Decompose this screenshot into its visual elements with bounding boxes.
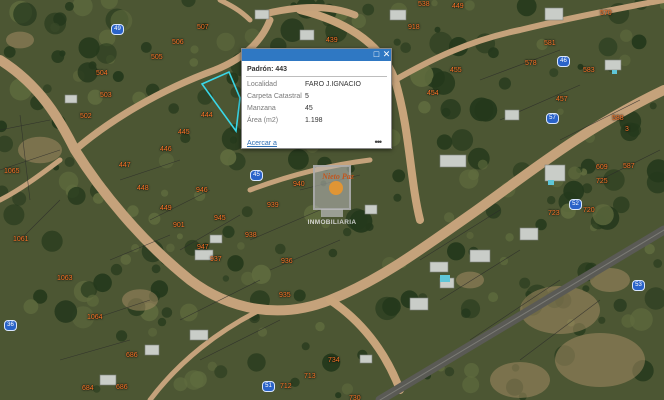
parcel-number-label: 734 [328,357,340,364]
parcel-number-label: 946 [196,187,208,194]
parcel-number-label: 686 [116,384,128,391]
parcel-number-label: 454 [427,90,439,97]
parcel-number-label: 1064 [87,314,103,321]
parcel-number-label: 945 [214,215,226,222]
parcel-number-label: 502 [80,113,92,120]
parcel-number-label: 457 [556,96,568,103]
block-number-badge[interactable]: 51 [262,381,275,392]
parcel-number-label: 581 [544,40,556,47]
block-number-badge[interactable]: 52 [569,199,582,210]
parcel-number-label: 446 [160,146,172,153]
parcel-info-popup: □ ✕ Padrón: 443 Localidad FARO J.IGNACIO… [241,48,392,149]
maximize-icon[interactable]: □ [372,50,381,59]
parcel-number-label: 937 [210,256,222,263]
field-row-carpeta: Carpeta Catastral 5 [247,92,388,102]
map-view[interactable]: 49 506 507 505 439 503 502 504 444 445 446 447 448 44… [0,0,664,400]
parcel-number-label: 444 [201,112,213,119]
parcel-number-label: 936 [281,258,293,265]
sun-icon [329,181,343,195]
parcel-number-label: 583 [583,67,595,74]
field-row-area: Área (m2) 1.198 [247,116,388,126]
parcel-number-label: 730 [349,395,361,400]
parcel-number-label: 918 [408,24,420,31]
popup-header: □ ✕ [242,49,391,61]
parcel-number-label: 947 [197,244,209,251]
field-value: FARO J.IGNACIO [305,81,362,88]
watermark-brand: INMOBILIARIA [307,219,357,226]
parcel-number-label: 940 [293,181,305,188]
parcel-number-label: 935 [279,292,291,299]
popup-divider [246,76,387,77]
field-value: 45 [305,105,313,112]
field-name: Localidad [247,81,277,88]
parcel-number-label: 507 [197,24,209,31]
parcel-number-label: 713 [304,373,316,380]
parcel-number-label: 939 [267,202,279,209]
field-value: 1.198 [305,117,323,124]
block-number-badge[interactable]: 36 [4,320,17,331]
parcel-number-label: 1061 [13,236,29,243]
parcel-number-label: 720 [583,207,595,214]
parcel-number-label: 449 [452,3,464,10]
block-number-badge[interactable]: 49 [111,24,124,35]
field-name: Área (m2) [247,117,279,124]
block-number-badge[interactable]: 53 [632,280,645,291]
popup-title: Padrón: 443 [247,66,288,73]
building-icon [321,209,343,217]
parcel-number-label: 449 [160,205,172,212]
parcel-number-label: 938 [245,232,257,239]
parcel-number-label: 570 [600,10,612,17]
parcel-number-label: 447 [119,162,131,169]
close-icon[interactable]: ✕ [382,50,391,59]
field-name: Manzana [247,105,276,112]
parcel-number-label: 609 [596,164,608,171]
parcel-number-label: 1063 [57,275,73,282]
zoom-to-link[interactable]: Acercar a [247,140,277,147]
watermark-logo-text: Nieto Paz [322,172,354,181]
parcel-number-label: 538 [418,1,430,8]
watermark-logo: Nieto Paz INMOBILIARIA [308,165,356,235]
parcel-number-label: 686 [126,352,138,359]
parcel-number-label: 1065 [4,168,20,175]
block-number-badge[interactable]: 46 [557,56,570,67]
block-number-badge[interactable]: 45 [250,170,263,181]
field-row-manzana: Manzana 45 [247,104,388,114]
parcel-number-label: 725 [596,178,608,185]
parcel-number-label: 588 [612,115,624,122]
parcel-number-label: 587 [623,163,635,170]
watermark-frame: Nieto Paz [313,165,354,210]
parcel-number-label: 445 [178,129,190,136]
parcel-number-label: 504 [96,70,108,77]
parcel-number-label: 901 [173,222,185,229]
field-row-localidad: Localidad FARO J.IGNACIO [247,80,388,90]
parcel-number-label: 723 [548,210,560,217]
parcel-number-label: 503 [100,92,112,99]
field-value: 5 [305,93,309,100]
parcel-number-label: 439 [326,37,338,44]
parcel-number-label: 455 [450,67,462,74]
more-options-icon[interactable]: ••• [375,137,383,147]
parcel-number-label: 578 [525,60,537,67]
parcel-number-label: 505 [151,54,163,61]
parcel-number-label: 712 [280,383,292,390]
parcel-number-label: 3 [625,126,629,133]
parcel-number-label: 506 [172,39,184,46]
parcel-number-label: 684 [82,385,94,392]
block-number-badge[interactable]: 57 [546,113,559,124]
field-name: Carpeta Catastral [247,93,302,100]
parcel-number-label: 448 [137,185,149,192]
